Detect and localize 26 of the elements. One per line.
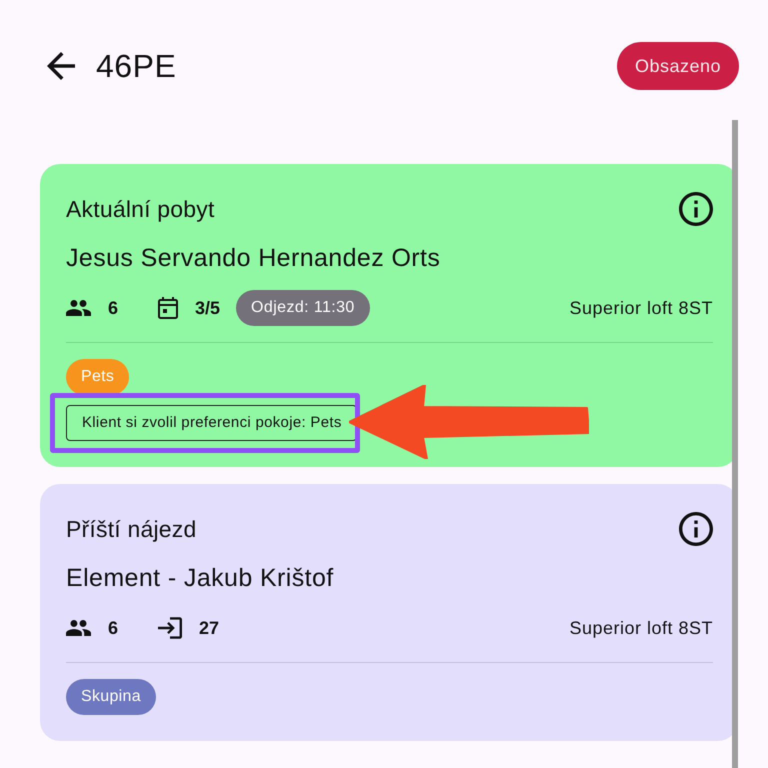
back-button[interactable] bbox=[46, 51, 76, 81]
info-icon bbox=[679, 512, 713, 546]
stat-value: 3/5 bbox=[195, 296, 220, 320]
room-type: Superior loft 8ST bbox=[569, 296, 713, 320]
stat-value: 27 bbox=[199, 616, 220, 640]
card-title: Aktuální pobyt bbox=[66, 194, 215, 224]
card-title: Příští nájezd bbox=[66, 514, 196, 544]
info-icon bbox=[679, 192, 713, 226]
enter-icon bbox=[158, 617, 182, 639]
back-arrow-icon bbox=[47, 52, 75, 80]
info-button[interactable] bbox=[679, 512, 713, 546]
people-icon bbox=[66, 300, 91, 316]
tag-chip: Pets bbox=[66, 359, 130, 395]
guest-name: Jesus Servando Hernandez Orts bbox=[66, 243, 440, 274]
scrollbar[interactable] bbox=[732, 120, 738, 768]
tag-chip: Skupina bbox=[66, 679, 156, 715]
departure-badge: Odjezd: 11:30 bbox=[236, 290, 370, 326]
status-button[interactable]: Obsazeno bbox=[616, 42, 739, 90]
stat-value: 6 bbox=[108, 616, 118, 640]
page-title: 46PE bbox=[96, 47, 176, 86]
guest-name: Element - Jakub Krištof bbox=[66, 563, 334, 594]
stat-value: 6 bbox=[108, 296, 118, 320]
info-button[interactable] bbox=[679, 192, 713, 226]
room-type: Superior loft 8ST bbox=[569, 616, 713, 640]
calendar-icon bbox=[158, 297, 178, 319]
people-icon bbox=[66, 620, 91, 636]
